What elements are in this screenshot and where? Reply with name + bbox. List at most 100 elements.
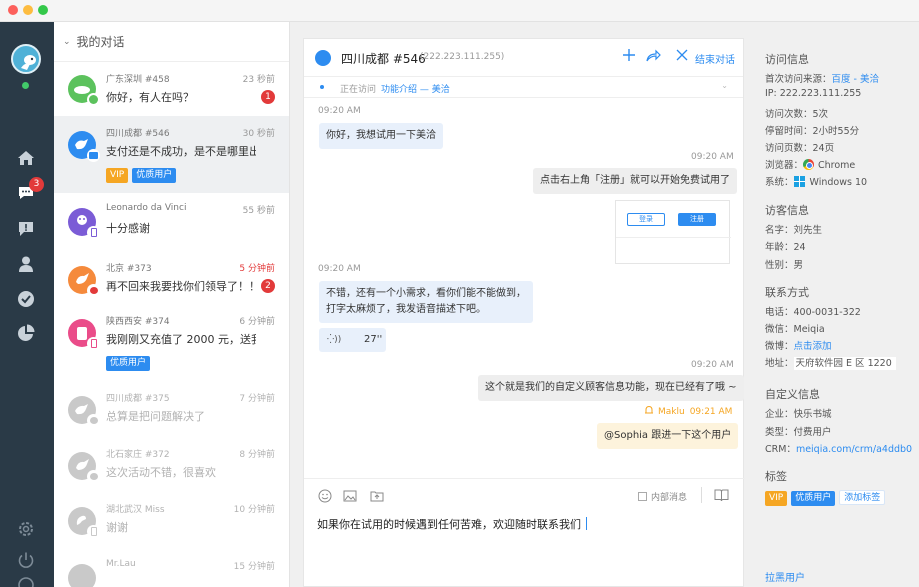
conversation-name: 陕西西安 #374 (106, 317, 170, 327)
conversation-name: Mr.Lau (106, 559, 136, 569)
message-composer: 内部消息 如果你在试用的时候遇到任何苦难，欢迎随时联系我们 (304, 478, 745, 587)
pie-chart-icon[interactable] (15, 322, 37, 344)
close-icon[interactable] (676, 49, 688, 61)
screenshot-image-message[interactable]: 登录 注册 (615, 200, 731, 264)
company-row: 企业：快乐书城 (765, 409, 832, 420)
conversation-time: 10 分钟前 (233, 505, 275, 515)
file-upload-icon[interactable] (370, 489, 384, 503)
vip-tag: VIP (106, 168, 129, 183)
note-time: 09:21 AM (689, 407, 733, 417)
visitor-avatar (68, 319, 100, 350)
check-circle-icon[interactable] (15, 288, 37, 310)
divider (701, 487, 702, 503)
visiting-page-link[interactable]: 功能介绍 — 美洽 (381, 82, 450, 95)
message-time: 09:20 AM (318, 106, 361, 116)
conversation-time: 8 分钟前 (239, 450, 275, 460)
chat-panel: 四川成都 #546 (222.223.111.255) 结束对话 正在访问 功能… (303, 38, 745, 587)
visit-count-row: 访问次数：5次 (765, 109, 829, 120)
power-icon[interactable] (15, 549, 37, 571)
internal-message-toggle[interactable]: 内部消息 (638, 490, 687, 503)
stay-time-row: 停留时间：2小时55分 (765, 126, 860, 137)
emoji-icon[interactable] (318, 489, 332, 503)
blacklist-user-link[interactable]: 拉黑用户 (765, 569, 805, 584)
conversation-item[interactable]: 北石家庄 #372 8 分钟前 这次活动不错，很喜欢 (54, 437, 289, 492)
first-source-link[interactable]: 百度 - 美洽 (832, 74, 879, 85)
voice-wave-icon: ⁛)) (327, 335, 342, 345)
conversation-item[interactable]: 北京 #373 5 分钟前 再不回来我要找你们领导了！！ 2 (54, 251, 289, 304)
internal-message-checkbox[interactable] (638, 492, 647, 501)
conversation-name: 四川成都 #375 (106, 394, 170, 404)
conversation-name: 广东深圳 #458 (106, 75, 170, 85)
windows-icon (793, 176, 805, 187)
weibo-label: 微博： (765, 341, 794, 352)
conversation-list: ⌄ 我的对话 广东深圳 #458 23 秒前 你好，有人在吗？ 1 四川成都 #… (54, 22, 290, 587)
visitor-age-row: 年龄：24 (765, 242, 806, 253)
quality-user-tag[interactable]: 优质用户 (791, 491, 836, 506)
message-area: 09:20 AM 你好，我想试用一下美洽 09:20 AM 点击右上角「注册」就… (304, 99, 745, 477)
chrome-icon (803, 159, 815, 170)
message-draft-text: 如果你在试用的时候遇到任何苦难，欢迎随时联系我们 (317, 518, 581, 531)
visit-info-title: 访问信息 (765, 53, 809, 66)
transfer-icon[interactable] (645, 48, 661, 64)
mobile-icon (87, 337, 100, 350)
end-chat-button[interactable]: 结束对话 (695, 51, 735, 66)
zoom-window-button[interactable] (38, 5, 48, 15)
add-weibo-link[interactable]: 点击添加 (794, 341, 832, 352)
chat-title: 四川成都 #546 (341, 52, 426, 66)
home-icon[interactable] (15, 147, 37, 169)
conversation-time: 55 秒前 (242, 206, 275, 216)
image-icon[interactable] (343, 489, 357, 503)
conversation-tags: 优质用户 (106, 354, 154, 371)
quick-reply-book-icon[interactable] (714, 489, 729, 502)
voice-message[interactable]: ⁛)) 27'' (319, 328, 386, 352)
chevron-down-icon[interactable]: ⌄ (721, 81, 728, 90)
conversation-item[interactable]: Mr.Lau 15 分钟前 (54, 549, 289, 587)
conversation-preview: 我刚刚又充值了 2000 元，送我一… (106, 333, 256, 346)
message-line: 不错，还有一个小需求，看你们能不能做到， (326, 288, 526, 299)
visiting-label: 正在访问 (340, 85, 377, 95)
help-icon[interactable] (15, 574, 37, 587)
message-time: 09:20 AM (318, 264, 361, 274)
online-status-dot (22, 82, 29, 89)
mobile-icon (87, 226, 100, 239)
visitor-message: 不错，还有一个小需求，看你们能不能做到， 打字太麻烦了，我发语音描述下吧。 (319, 281, 533, 323)
internal-message-label: 内部消息 (651, 493, 688, 503)
close-window-button[interactable] (8, 5, 18, 15)
conversation-list-header[interactable]: ⌄ 我的对话 (54, 22, 289, 62)
conversation-item-active[interactable]: 四川成都 #546 30 秒前 支付还是不成功，是不是哪里出问… VIP优质用户 (54, 116, 289, 193)
message-alert-icon[interactable] (15, 218, 37, 240)
user-icon[interactable] (15, 253, 37, 275)
message-time: 09:20 AM (691, 360, 734, 370)
vip-tag[interactable]: VIP (765, 491, 788, 506)
os-value: Windows 10 (809, 177, 868, 188)
crm-label: CRM： (765, 444, 796, 455)
conversation-item[interactable]: 陕西西安 #374 6 分钟前 我刚刚又充值了 2000 元，送我一… 优质用户 (54, 304, 289, 381)
visitor-avatar (68, 131, 100, 162)
unread-badge: 1 (261, 90, 275, 104)
weibo-icon (87, 284, 100, 297)
address-label: 地址： (765, 358, 794, 369)
conversation-item[interactable]: Leonardo da Vinci 55 秒前 十分感谢 (54, 193, 289, 251)
conversation-time: 7 分钟前 (239, 394, 275, 404)
phone-row: 电话：400-0031-322 (765, 307, 861, 318)
add-icon[interactable] (621, 47, 637, 63)
conversation-item[interactable]: 四川成都 #375 7 分钟前 总算是把问题解决了 (54, 381, 289, 437)
conversation-item[interactable]: 湖北武汉 Miss 10 分钟前 谢谢 (54, 492, 289, 549)
page-count-row: 访问页数：24页 (765, 143, 835, 154)
address-input[interactable]: 天府软件园 E 区 1220 (793, 357, 896, 370)
settings-gear-icon[interactable] (15, 518, 37, 540)
tags-title: 标签 (765, 470, 787, 483)
minimize-window-button[interactable] (23, 5, 33, 15)
browser-value: Chrome (818, 160, 856, 171)
agent-avatar[interactable] (11, 44, 41, 74)
visitor-name-row: 名字：刘先生 (765, 225, 823, 236)
visitor-avatar (68, 507, 100, 538)
add-tag-button[interactable]: 添加标签 (839, 490, 886, 505)
crm-link[interactable]: meiqia.com/crm/a4ddb0 (796, 444, 912, 455)
message-input[interactable]: 如果你在试用的时候遇到任何苦难，欢迎随时联系我们 (317, 516, 587, 532)
conversation-item[interactable]: 广东深圳 #458 23 秒前 你好，有人在吗？ 1 (54, 62, 289, 116)
register-button-preview: 注册 (678, 213, 716, 226)
conversation-preview: 谢谢 (106, 521, 128, 534)
quality-user-tag: 优质用户 (132, 168, 177, 183)
conversation-preview: 总算是把问题解决了 (106, 410, 205, 423)
